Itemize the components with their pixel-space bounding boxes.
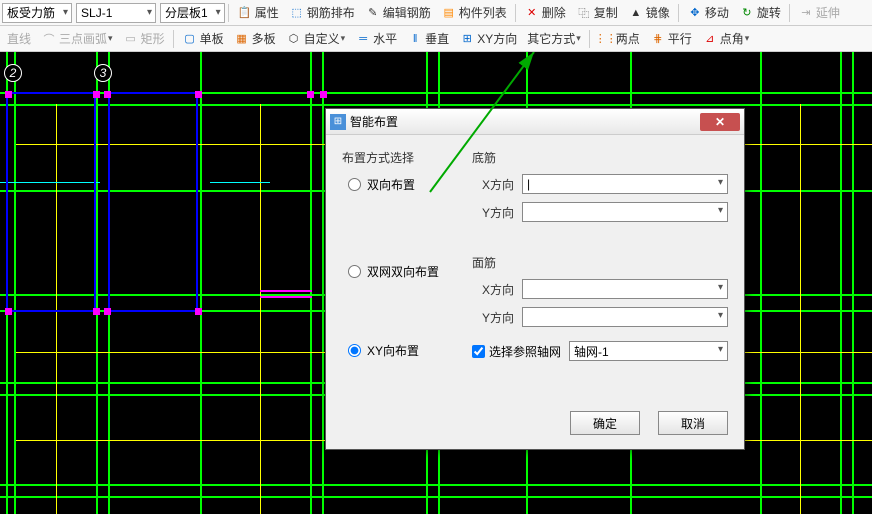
mirror-button[interactable]: ▲镜像 (624, 2, 674, 23)
parallel-button[interactable]: ⋕平行 (646, 28, 696, 49)
delete-button[interactable]: ✕删除 (520, 2, 570, 23)
toolbar-row-1: 板受力筋 SLJ-1 分层板1 📋属性 ⬚钢筋排布 ✎编辑钢筋 ▤构件列表 ✕删… (0, 0, 872, 26)
rotate-icon: ↻ (739, 5, 755, 21)
top-x-combo[interactable] (522, 279, 728, 299)
x-dir-label: X方向 (472, 281, 522, 298)
two-point-button[interactable]: ⋮⋮两点 (594, 28, 644, 49)
attributes-icon: 📋 (237, 5, 253, 21)
rotate-button[interactable]: ↻旋转 (735, 2, 785, 23)
layer-dropdown[interactable]: 分层板1 (160, 3, 225, 23)
vertical-button[interactable]: ‖垂直 (403, 28, 453, 49)
two-point-icon: ⋮⋮ (598, 31, 614, 47)
move-button[interactable]: ✥移动 (683, 2, 733, 23)
rebar-layout-button[interactable]: ⬚钢筋排布 (285, 2, 359, 23)
radio-double-grid[interactable]: 双网双向布置 (348, 263, 472, 280)
copy-button[interactable]: ⿻复制 (572, 2, 622, 23)
bottom-y-combo[interactable] (522, 202, 728, 222)
radio-xy-direction[interactable]: XY向布置 (348, 342, 472, 359)
extend-icon: ⇥ (798, 5, 814, 21)
rebar-layout-icon: ⬚ (289, 5, 305, 21)
multi-board-icon: ▦ (234, 31, 250, 47)
list-icon: ▤ (441, 5, 457, 21)
single-board-button[interactable]: ▢单板 (178, 28, 228, 49)
y-dir-label: Y方向 (472, 204, 522, 221)
edit-rebar-icon: ✎ (365, 5, 381, 21)
grid-bubble: 3 (94, 64, 112, 82)
close-button[interactable]: ✕ (700, 113, 740, 131)
arc3-button: ⌒三点画弧▾ (37, 28, 117, 49)
dialog-titlebar[interactable]: ⊞ 智能布置 ✕ (326, 109, 744, 135)
xy-direction-button[interactable]: ⊞XY方向 (455, 28, 521, 49)
component-instance-dropdown[interactable]: SLJ-1 (76, 3, 156, 23)
ref-grid-checkbox[interactable] (472, 345, 485, 358)
line-button: 直线 (3, 28, 35, 49)
component-type-dropdown[interactable]: 板受力筋 (2, 3, 72, 23)
horizontal-button[interactable]: ═水平 (351, 28, 401, 49)
ok-button[interactable]: 确定 (570, 411, 640, 435)
top-rebar-label: 面筋 (472, 254, 728, 271)
move-icon: ✥ (687, 5, 703, 21)
point-angle-icon: ⊿ (702, 31, 718, 47)
custom-button[interactable]: ⬡自定义▾ (282, 28, 350, 49)
bottom-rebar-label: 底筋 (472, 149, 728, 166)
edit-rebar-button[interactable]: ✎编辑钢筋 (361, 2, 435, 23)
attributes-button[interactable]: 📋属性 (233, 2, 283, 23)
toolbar-row-2: 直线 ⌒三点画弧▾ ▭矩形 ▢单板 ▦多板 ⬡自定义▾ ═水平 ‖垂直 ⊞XY方… (0, 26, 872, 52)
custom-icon: ⬡ (286, 31, 302, 47)
top-y-combo[interactable] (522, 307, 728, 327)
rect-icon: ▭ (123, 31, 139, 47)
horizontal-icon: ═ (355, 31, 371, 47)
ref-grid-label: 选择参照轴网 (489, 343, 561, 360)
other-mode-button[interactable]: 其它方式▾ (523, 28, 585, 49)
ref-grid-combo[interactable] (569, 341, 728, 361)
single-board-icon: ▢ (182, 31, 198, 47)
dialog-icon: ⊞ (330, 114, 346, 130)
y-dir-label: Y方向 (472, 309, 522, 326)
smart-layout-dialog: ⊞ 智能布置 ✕ 布置方式选择 双向布置 双网双向布置 XY向布置 底筋 X方向… (325, 108, 745, 450)
radio-bidirectional[interactable]: 双向布置 (348, 176, 472, 193)
arc-icon: ⌒ (41, 31, 57, 47)
multi-board-button[interactable]: ▦多板 (230, 28, 280, 49)
parallel-icon: ⋕ (650, 31, 666, 47)
delete-icon: ✕ (524, 5, 540, 21)
mirror-icon: ▲ (628, 5, 644, 21)
grid-bubble: 2 (4, 64, 22, 82)
xy-icon: ⊞ (459, 31, 475, 47)
bottom-x-combo[interactable] (522, 174, 728, 194)
component-list-button[interactable]: ▤构件列表 (437, 2, 511, 23)
rect-button: ▭矩形 (119, 28, 169, 49)
dialog-title: 智能布置 (350, 113, 398, 130)
x-dir-label: X方向 (472, 176, 522, 193)
cancel-button[interactable]: 取消 (658, 411, 728, 435)
layout-mode-group-label: 布置方式选择 (342, 149, 472, 166)
extend-button: ⇥延伸 (794, 2, 844, 23)
selection-rect (108, 92, 198, 312)
selection-rect (6, 92, 96, 312)
copy-icon: ⿻ (576, 5, 592, 21)
vertical-icon: ‖ (407, 31, 423, 47)
point-angle-button[interactable]: ⊿点角▾ (698, 28, 754, 49)
